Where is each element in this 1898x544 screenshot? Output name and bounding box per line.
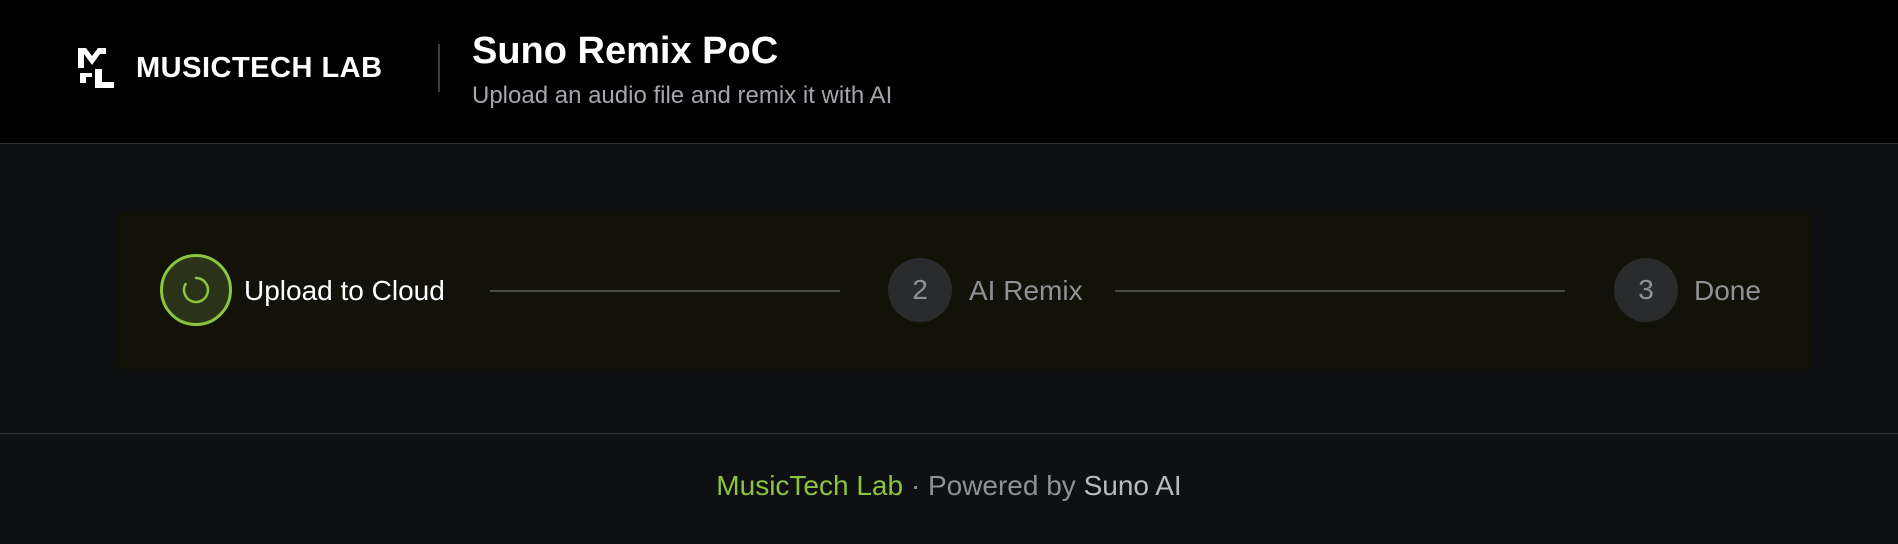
main-content: Upload to Cloud 2 AI Remix 3 Done: [0, 145, 1898, 433]
musictech-logo-icon: [78, 48, 114, 88]
page-subtitle: Upload an audio file and remix it with A…: [472, 82, 893, 109]
footer-brand-link[interactable]: MusicTech Lab: [716, 470, 903, 501]
step-upload-indicator: [160, 254, 232, 326]
footer-separator: · Powered by: [903, 470, 1084, 501]
step-connector-1: [490, 290, 840, 292]
footer-provider-link[interactable]: Suno AI: [1084, 470, 1182, 501]
brand-name: MUSICTECH LAB: [136, 51, 383, 84]
step-remix-label: AI Remix: [969, 275, 1083, 306]
step-done-indicator: 3: [1614, 258, 1678, 322]
app-header: MUSICTECH LAB Suno Remix PoC Upload an a…: [0, 0, 1898, 144]
header-divider: [438, 44, 440, 92]
step-done-label: Done: [1694, 275, 1761, 306]
progress-stepper: Upload to Cloud 2 AI Remix 3 Done: [116, 212, 1812, 369]
brand[interactable]: MUSICTECH LAB: [76, 46, 383, 90]
footer-text: MusicTech Lab · Powered by Suno AI: [0, 470, 1898, 502]
step-upload-label: Upload to Cloud: [244, 275, 445, 306]
page-title: Suno Remix PoC: [472, 30, 779, 72]
spinner-icon: [182, 276, 210, 304]
page-footer: MusicTech Lab · Powered by Suno AI: [0, 433, 1898, 544]
step-remix-indicator: 2: [888, 258, 952, 322]
step-connector-2: [1115, 290, 1565, 292]
